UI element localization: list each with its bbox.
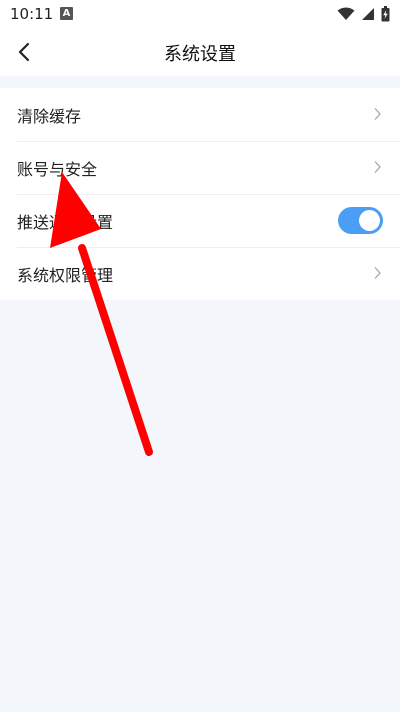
settings-list: 清除缓存 账号与安全 推送通知设置 系统权限管理 (0, 88, 400, 300)
signal-icon (362, 8, 374, 20)
settings-item-label: 推送通知设置 (17, 212, 114, 232)
settings-item-account-security[interactable]: 账号与安全 (0, 141, 400, 194)
settings-item-push-notification: 推送通知设置 (0, 194, 400, 247)
chevron-right-icon (374, 161, 381, 173)
status-time: 10:11 (10, 5, 54, 23)
chevron-right-icon (374, 267, 381, 279)
nav-bar: 系统设置 (0, 28, 400, 76)
battery-charging-icon (381, 6, 390, 22)
status-icons (337, 5, 390, 23)
a-letter-icon: A (60, 7, 73, 20)
settings-item-label: 系统权限管理 (17, 265, 114, 285)
toggle-knob (359, 210, 380, 231)
status-bar: 10:11 A (0, 0, 400, 28)
wifi-icon (337, 7, 355, 20)
chevron-right-icon (374, 108, 381, 120)
push-notification-toggle[interactable] (338, 207, 383, 234)
settings-item-label: 账号与安全 (17, 159, 98, 179)
settings-item-label: 清除缓存 (17, 106, 82, 126)
settings-item-permission-management[interactable]: 系统权限管理 (0, 247, 400, 300)
page-title: 系统设置 (164, 44, 236, 65)
settings-item-clear-cache[interactable]: 清除缓存 (0, 88, 400, 141)
